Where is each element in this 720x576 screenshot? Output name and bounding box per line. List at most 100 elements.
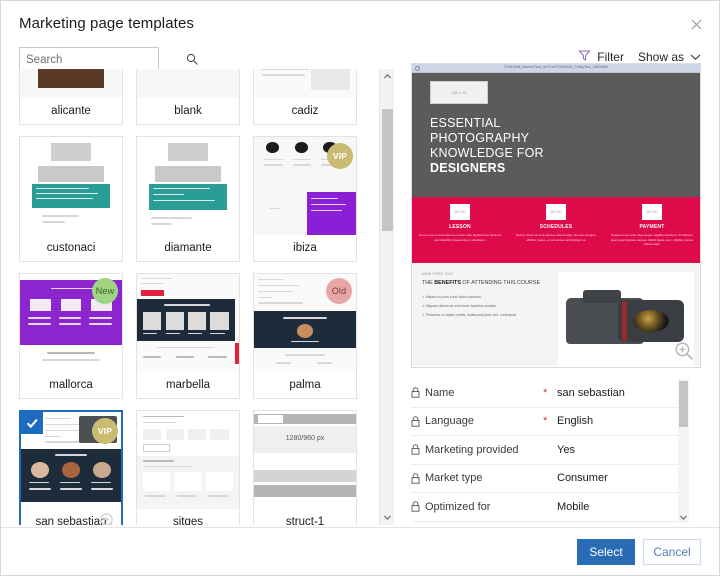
property-value: Consumer <box>557 472 608 485</box>
dialog-footer: Select Cancel <box>1 527 719 575</box>
property-label-text: Marketing provided <box>425 443 519 456</box>
required-marker: * <box>543 415 548 428</box>
cta-column: 60 x 60 PAYMENT Praesent nec ante vitae … <box>604 204 700 247</box>
preview-browser-bar: TC543484_BannerText_Url7Col/TC543484_Pol… <box>412 64 700 73</box>
property-label-text: Name <box>425 386 455 399</box>
cta-text: Sed ut rerum at unus laoreet ullamcorper… <box>516 233 596 242</box>
property-row: Name * san sebastian <box>411 379 689 408</box>
scroll-up-arrow-icon[interactable] <box>380 69 395 84</box>
cancel-button[interactable]: Cancel <box>643 538 701 565</box>
property-row: Optimized for Mobile <box>411 493 689 522</box>
template-name: alicante <box>20 98 122 124</box>
template-name: struct-1 <box>254 509 356 525</box>
hero-line-bold: DESIGNERS <box>430 161 506 175</box>
cta-column: 60 x 60 SCHEDULES Sed ut rerum at unus l… <box>508 204 604 242</box>
scroll-down-arrow-icon[interactable] <box>380 510 395 525</box>
template-card-diamante[interactable]: diamante <box>136 136 240 262</box>
show-as-button[interactable]: Show as <box>638 50 701 64</box>
cta-title: SCHEDULES <box>539 224 573 230</box>
property-value: Mobile <box>557 500 590 513</box>
template-name: ibiza <box>254 235 356 261</box>
grid-scrollbar[interactable] <box>379 69 394 525</box>
template-thumbnail <box>20 137 122 235</box>
benefits-item: Aliquam dictum sit amet enim faucibus so… <box>422 304 552 309</box>
property-label-text: Language <box>425 415 474 428</box>
property-value: English <box>557 415 594 428</box>
template-thumbnail: 1280/960 px <box>254 411 356 509</box>
preview-zoom-icon[interactable] <box>674 341 694 361</box>
benefits-item: Mauris eu justo a est luctus euismod. <box>422 295 552 300</box>
cta-text: At vero eos et accusamus et iusto odio d… <box>418 233 502 242</box>
template-card-blank[interactable]: blank <box>136 69 240 125</box>
template-card-marbella[interactable]: marbella <box>136 273 240 399</box>
page-title: Marketing page templates <box>19 15 194 32</box>
hero-line-1: ESSENTIAL <box>430 116 501 130</box>
chevron-down-icon <box>690 50 701 64</box>
benefits-heading: THE BENEFITS OF ATTENDING THIS COURSE <box>422 280 552 288</box>
property-value: Yes <box>557 443 575 456</box>
preview-benefits-section: NEW YORK 2017 THE BENEFITS OF ATTENDING … <box>412 263 700 366</box>
properties-scrollbar[interactable] <box>678 379 689 523</box>
template-badge: VIP <box>92 418 118 444</box>
close-icon <box>691 19 702 30</box>
benefits-eyebrow: NEW YORK 2017 <box>422 272 455 276</box>
template-properties: Name * san sebastian Language * English … <box>411 379 689 523</box>
preview-hero: 180 x 70 ESSENTIAL PHOTOGRAPHY KNOWLEDGE… <box>412 73 700 197</box>
template-thumbnail <box>137 137 239 235</box>
preview-image: TC543484_BannerText_Url7Col/TC543484_Pol… <box>411 63 701 368</box>
show-as-label: Show as <box>637 50 684 64</box>
property-row: Language * English <box>411 408 689 436</box>
property-label: Market type <box>411 472 543 484</box>
search-icon[interactable] <box>186 53 199 66</box>
template-grid: alicante blank cadiz custonaci diamante … <box>19 69 359 525</box>
thumb-size-text: 1280/960 px <box>285 434 325 442</box>
select-button[interactable]: Select <box>577 538 635 565</box>
scrollbar-thumb[interactable] <box>382 109 393 231</box>
preview-cta-strip: 60 x 60 LESSON At vero eos et accusamus … <box>412 197 700 263</box>
template-card-custonaci[interactable]: custonaci <box>19 136 123 262</box>
template-preview-panel: TC543484_BannerText_Url7Col/TC543484_Pol… <box>397 63 705 525</box>
lock-icon <box>411 501 420 512</box>
preview-url: TC543484_BannerText_Url7Col/TC543484_Pol… <box>503 65 609 69</box>
template-name: diamante <box>137 235 239 261</box>
template-card-mallorca[interactable]: New mallorca <box>19 273 123 399</box>
template-card-alicante[interactable]: alicante <box>19 69 123 125</box>
template-thumbnail <box>137 411 239 509</box>
cta-text: Praesent nec ante vitae augue sagittis i… <box>610 233 694 247</box>
zoom-preview-icon[interactable] <box>99 512 117 525</box>
property-row: Marketing provided Yes <box>411 436 689 465</box>
camera-photo <box>563 282 688 355</box>
template-card-palma[interactable]: Old palma <box>253 273 357 399</box>
cta-image-placeholder: 60 x 60 <box>450 204 470 220</box>
close-button[interactable] <box>681 9 711 39</box>
hero-line-3: KNOWLEDGE FOR <box>430 146 544 160</box>
template-thumbnail <box>20 69 122 98</box>
properties-scroll-down-icon[interactable] <box>678 512 689 523</box>
property-label-text: Optimized for <box>425 500 491 513</box>
template-card-san-sebastian[interactable]: VIP san sebastian <box>19 410 123 525</box>
benefits-text-column: NEW YORK 2017 THE BENEFITS OF ATTENDING … <box>422 272 558 366</box>
template-name: mallorca <box>20 372 122 398</box>
cta-image-placeholder: 60 x 60 <box>642 204 662 220</box>
template-card-sitges[interactable]: sitges <box>136 410 240 525</box>
template-card-ibiza[interactable]: VIP ibiza <box>253 136 357 262</box>
properties-scrollbar-thumb[interactable] <box>679 381 688 427</box>
template-badge: Old <box>326 278 352 304</box>
benefits-heading-pre: THE <box>422 280 435 286</box>
lock-icon <box>411 444 420 455</box>
template-thumbnail <box>254 69 356 98</box>
property-label: Language <box>411 415 543 427</box>
template-card-struct-1[interactable]: 1280/960 px struct-1 <box>253 410 357 525</box>
template-name: sitges <box>137 509 239 525</box>
template-card-cadiz[interactable]: cadiz <box>253 69 357 125</box>
property-label: Name <box>411 387 543 399</box>
property-value: san sebastian <box>557 386 625 399</box>
search-input[interactable] <box>20 53 186 66</box>
benefits-heading-post: OF ATTENDING THIS COURSE <box>460 280 541 286</box>
template-thumbnail <box>137 69 239 98</box>
benefits-heading-bold: BENEFITS <box>434 280 461 286</box>
template-name: cadiz <box>254 98 356 124</box>
template-name: marbella <box>137 372 239 398</box>
property-label-text: Market type <box>425 472 483 485</box>
template-thumbnail <box>137 274 239 372</box>
